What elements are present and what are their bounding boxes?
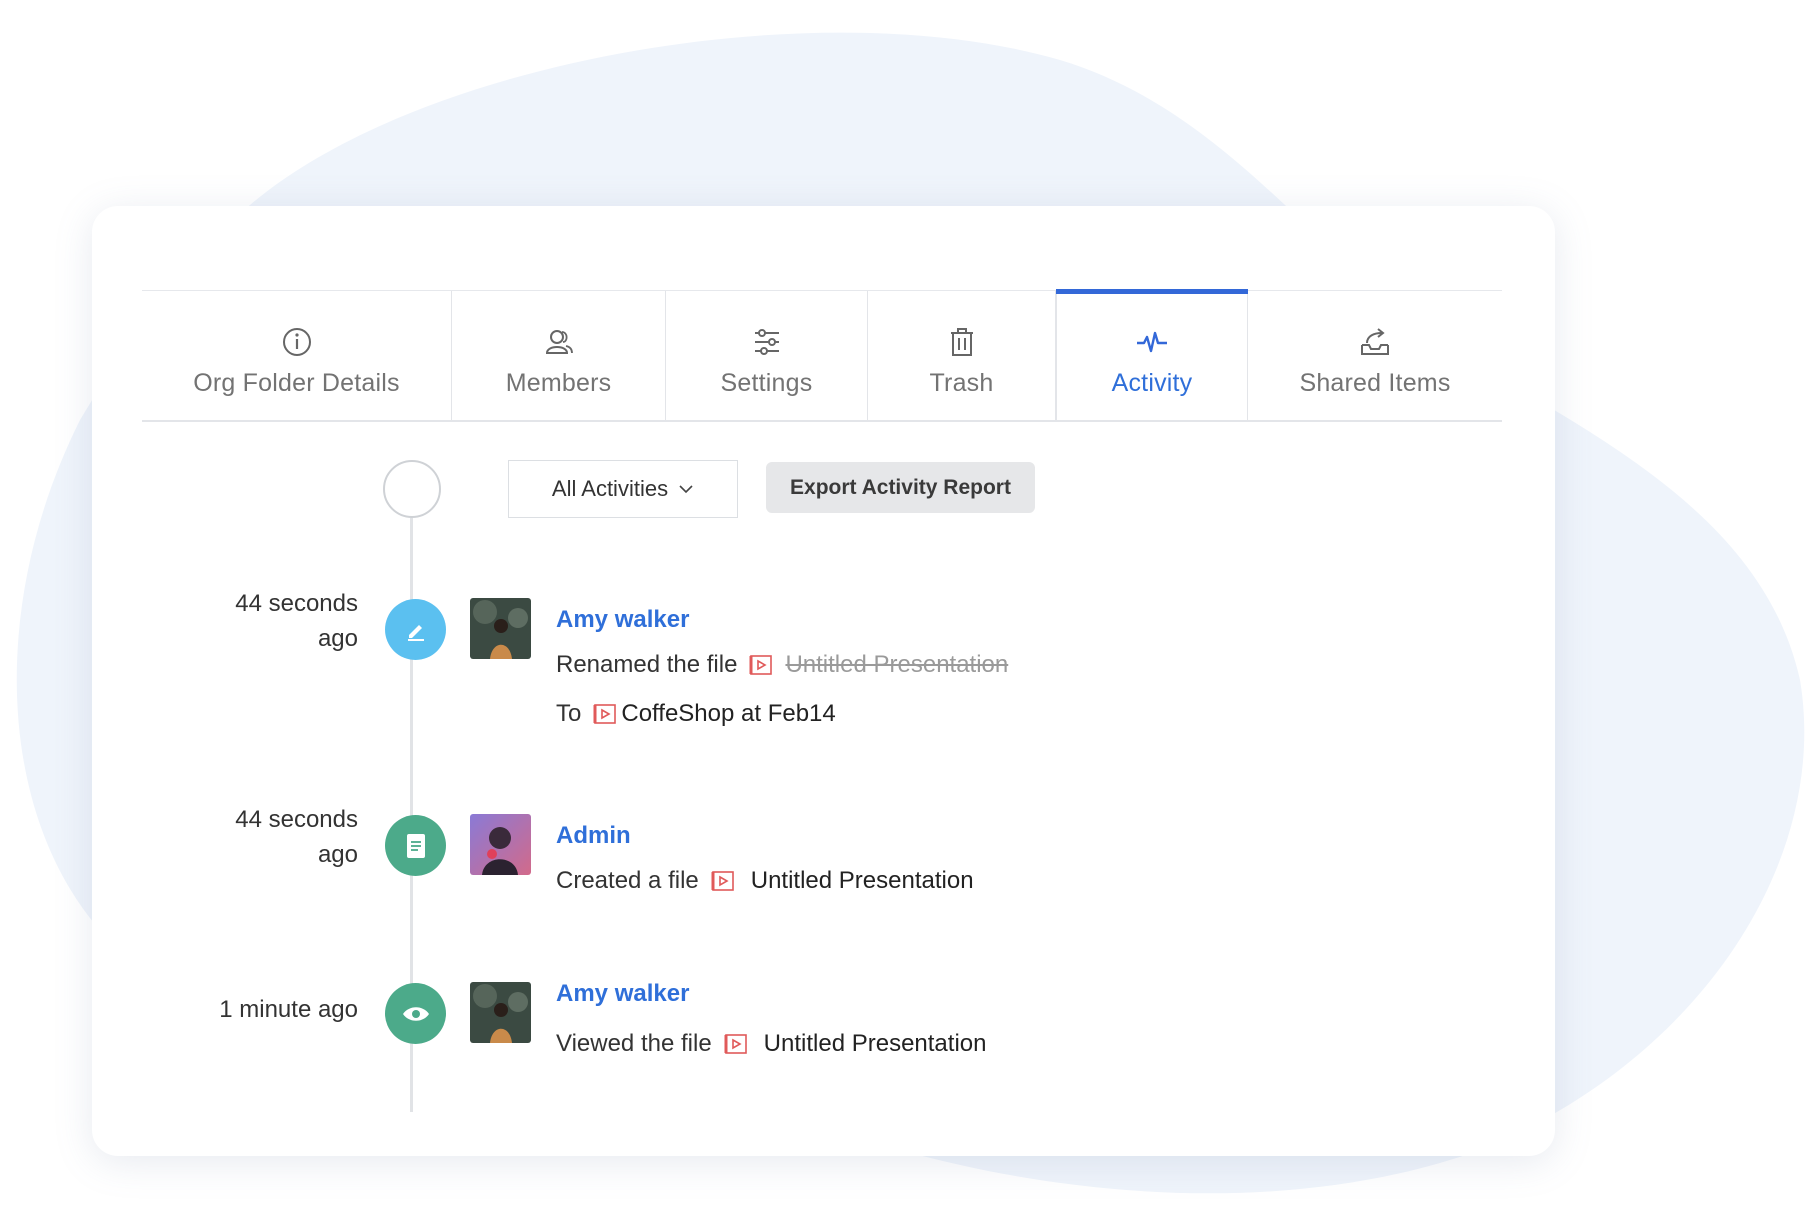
activity-time: 1 minute ago (219, 996, 358, 1023)
avatar (470, 982, 531, 1043)
tab-label: Members (505, 369, 612, 397)
time-text: ago (317, 625, 358, 652)
time-text: 44 seconds (235, 590, 358, 617)
activity-action: Viewed the file (556, 1030, 712, 1057)
file-name[interactable]: Untitled Presentation (764, 1030, 987, 1058)
sliders-icon (754, 329, 779, 355)
tab-label: Activity (1111, 369, 1193, 397)
presentation-file-icon (593, 704, 617, 724)
tab-org-folder-details[interactable]: Org Folder Details (142, 291, 452, 420)
time-text: ago (317, 841, 358, 868)
activity-user[interactable]: Amy walker (556, 980, 689, 1008)
tab-members[interactable]: Members (452, 291, 666, 420)
activity-action-line: Viewed the file Untitled Presentation (556, 1030, 986, 1058)
activity-rename-target-line: To CoffeShop at Feb14 (556, 700, 836, 728)
tab-bar: Org Folder Details Members Settings Tras… (142, 289, 1502, 422)
tab-settings[interactable]: Settings (666, 291, 868, 420)
members-icon (545, 330, 573, 354)
tab-label: Org Folder Details (193, 369, 400, 397)
tab-shared-items[interactable]: Shared Items (1248, 291, 1502, 420)
activity-filter-dropdown[interactable]: All Activities (508, 460, 738, 518)
filter-label: All Activities (551, 476, 669, 501)
activity-action: Renamed the file (556, 651, 738, 678)
activity-icon (1137, 331, 1167, 353)
activity-action-line: Renamed the file Untitled Presentation (556, 651, 1008, 679)
shared-icon (1361, 328, 1389, 355)
view-event-badge (385, 983, 446, 1044)
info-icon (282, 328, 311, 356)
tab-trash[interactable]: Trash (868, 291, 1056, 420)
activity-time: 44 seconds ago (158, 802, 358, 872)
new-file-name[interactable]: CoffeShop at Feb14 (621, 700, 835, 728)
eye-icon (402, 1006, 429, 1021)
export-activity-report-button[interactable]: Export Activity Report (766, 462, 1035, 513)
tab-label: Settings (720, 369, 813, 397)
timeline-start-marker (383, 460, 441, 518)
time-text: 44 seconds (235, 806, 358, 833)
file-name[interactable]: Untitled Presentation (751, 867, 974, 895)
activity-user[interactable]: Amy walker (556, 606, 689, 634)
activity-action-line: Created a file Untitled Presentation (556, 867, 974, 895)
activity-action: Created a file (556, 867, 699, 894)
edit-event-badge (385, 599, 446, 660)
create-event-badge (385, 815, 446, 876)
old-file-name[interactable]: Untitled Presentation (785, 651, 1008, 679)
chevron-down-icon (679, 485, 693, 494)
trash-icon (950, 328, 973, 356)
edit-icon (407, 624, 424, 641)
activity-user[interactable]: Admin (556, 822, 631, 850)
tab-label: Trash (929, 369, 994, 397)
tab-label: Shared Items (1299, 369, 1451, 397)
to-label: To (556, 700, 582, 727)
document-icon (406, 833, 425, 858)
org-folder-panel: Org Folder Details Members Settings Tras… (92, 206, 1555, 1156)
avatar (470, 814, 531, 875)
presentation-file-icon (749, 655, 773, 675)
activity-time: 44 seconds ago (158, 586, 358, 656)
avatar (470, 598, 531, 659)
presentation-file-icon (711, 871, 734, 891)
tab-activity[interactable]: Activity (1056, 289, 1248, 420)
presentation-file-icon (724, 1034, 747, 1054)
